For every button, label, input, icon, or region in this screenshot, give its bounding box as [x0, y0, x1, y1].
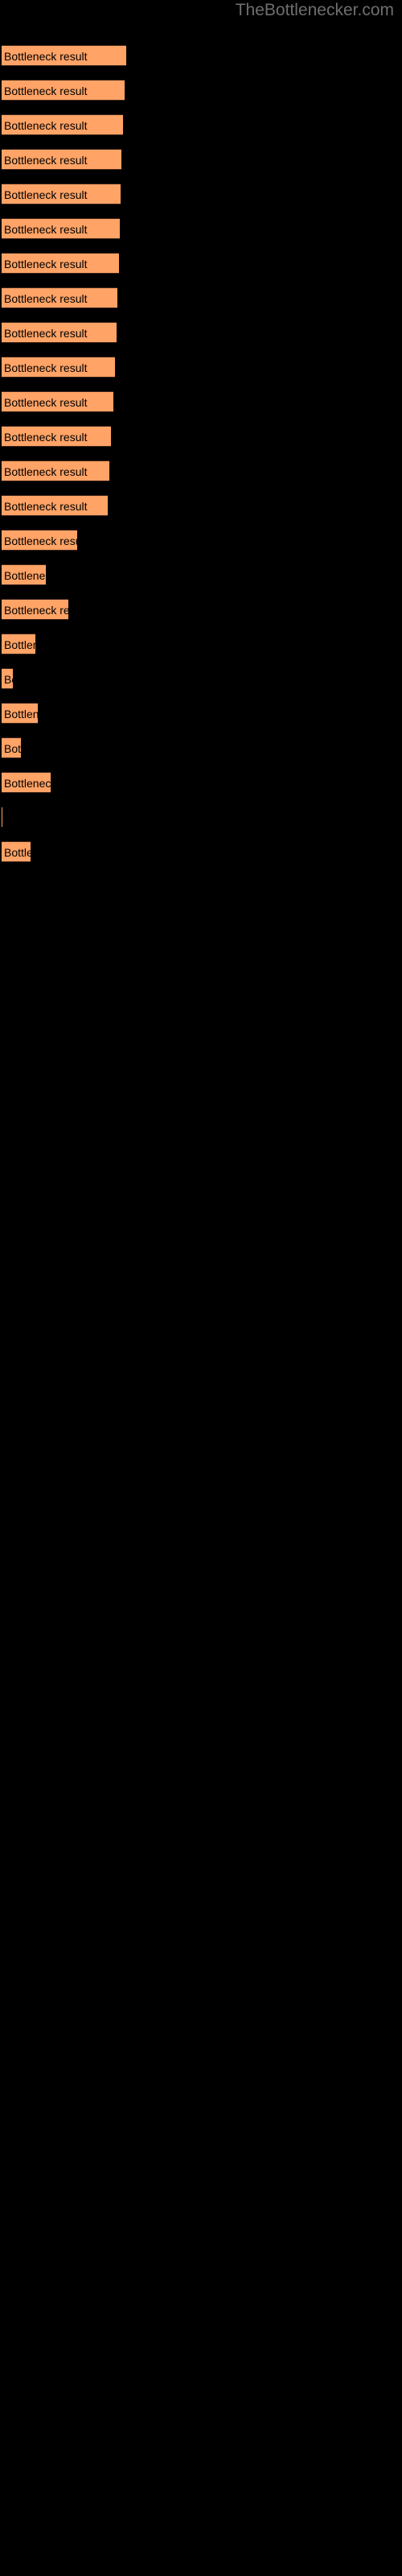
bar[interactable]: Bottleneck result	[2, 322, 117, 343]
bar[interactable]: Bottleneck result	[2, 460, 109, 481]
bar-row: Bottleneck result	[0, 218, 402, 239]
bar-row: Bottleneck result	[0, 703, 402, 724]
bar-label: Bottleneck result	[4, 292, 88, 305]
bar-row: Bottleneck result	[0, 45, 402, 66]
bar[interactable]: Bottleneck result	[2, 80, 125, 101]
bar-label: Bottleneck result	[4, 777, 51, 790]
bar[interactable]: Bottleneck result	[2, 772, 51, 793]
bar-label: Bottleneck result	[4, 673, 13, 686]
bar-row: Bottleneck result	[0, 772, 402, 793]
bar-label: Bottleneck result	[4, 500, 88, 513]
bar-label: Bottleneck result	[4, 119, 88, 132]
bar-row: Bottleneck result	[0, 253, 402, 274]
bar-row: Bottleneck result	[0, 80, 402, 101]
bar[interactable]: Bottleneck result	[2, 426, 111, 447]
bar-row: Bottleneck result	[0, 668, 402, 689]
bar-row: Bottleneck result	[0, 634, 402, 654]
bar[interactable]: Bottleneck result	[2, 703, 38, 724]
bar-label: Bottleneck result	[4, 638, 35, 651]
bar[interactable]: Bottleneck result	[2, 391, 113, 412]
bar-row: Bottleneck result	[0, 149, 402, 170]
bar-row: Bottleneck result	[0, 391, 402, 412]
bar[interactable]: Bottleneck result	[2, 634, 35, 654]
bar-row: Bottleneck result	[0, 357, 402, 378]
bar[interactable]: Bottleneck result	[2, 357, 115, 378]
plot-area: Bottleneck result Bottleneck result Bottle…	[0, 0, 402, 2576]
bar-label: Bottleneck result	[4, 223, 88, 236]
bar-row: Bottleneck result	[0, 737, 402, 758]
bar[interactable]: Bottleneck result	[2, 184, 121, 204]
bar-row: Bottleneck result	[0, 460, 402, 481]
bar[interactable]: Bottleneck result	[2, 564, 46, 585]
bar-row: Bottleneck result	[0, 426, 402, 447]
bar-label: Bottleneck result	[4, 846, 31, 859]
bar-label: Bottleneck result	[4, 604, 68, 617]
bar-label: Bottleneck result	[4, 431, 88, 444]
bar[interactable]: Bottleneck result	[2, 530, 77, 551]
bar-row: Bottleneck result	[0, 322, 402, 343]
bar-label: Bottleneck result	[4, 154, 88, 167]
bar[interactable]: Bottleneck result	[2, 114, 123, 135]
bar-row: Bottleneck result	[0, 287, 402, 308]
bar[interactable]: Bottleneck result	[2, 149, 121, 170]
bar-row: Bottleneck result	[0, 564, 402, 585]
bar-row: Bottleneck result	[0, 530, 402, 551]
bar-label: Bottleneck result	[4, 361, 88, 374]
bar-label: Bottleneck result	[4, 535, 77, 547]
bar-label: Bottleneck result	[4, 50, 88, 63]
bar-label: Bottleneck result	[4, 465, 88, 478]
bar-label: Bottleneck result	[4, 708, 38, 720]
bar-label: Bottleneck result	[4, 85, 88, 97]
bar[interactable]: Bottleneck result	[2, 668, 13, 689]
bar-label: Bottleneck result	[4, 327, 88, 340]
bar[interactable]: Bottleneck result	[2, 737, 21, 758]
bar[interactable]: Bottleneck result	[2, 495, 108, 516]
bar[interactable]: Bottleneck result	[2, 841, 31, 862]
bar-label: Bottleneck result	[4, 258, 88, 270]
bar-row: Bottleneck result	[0, 841, 402, 862]
bar-row: Bottleneck result	[0, 184, 402, 204]
bar-row: Bottleneck result	[0, 114, 402, 135]
bar-label: Bottleneck result	[4, 569, 46, 582]
bar-label: Bottleneck result	[4, 396, 88, 409]
bar-label: Bottleneck result	[4, 742, 21, 755]
bar[interactable]: Bottleneck result	[2, 253, 119, 274]
bar-label: Bottleneck result	[4, 188, 88, 201]
bar[interactable]: Bottleneck result	[2, 45, 126, 66]
bar[interactable]: Bottleneck result	[2, 287, 117, 308]
bar-row: Bottleneck result	[0, 495, 402, 516]
bar[interactable]: Bottleneck result	[2, 218, 120, 239]
bar[interactable]: Bottleneck result	[2, 599, 68, 620]
bottleneck-chart: TheBottlenecker.com Bottleneck result Bot…	[0, 0, 402, 2576]
bar-row: Bottleneck result	[0, 599, 402, 620]
bar-row: Bottleneck result	[0, 807, 402, 828]
